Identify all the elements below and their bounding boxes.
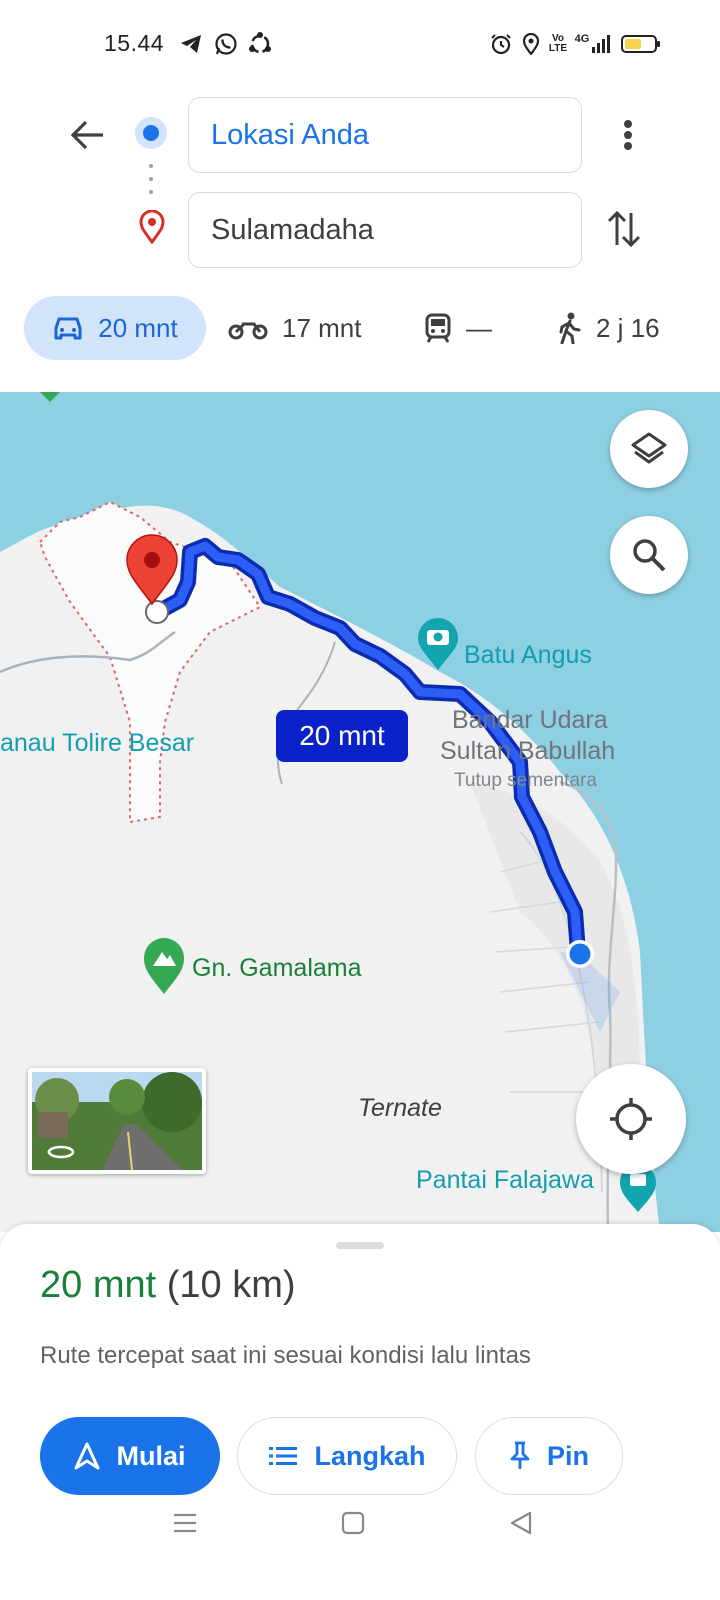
mode-tab-car[interactable]: 20 mnt bbox=[24, 296, 206, 360]
mode-walk-label: 2 j 16 bbox=[596, 312, 660, 343]
more-options-button[interactable] bbox=[608, 112, 648, 158]
search-along-route-button[interactable] bbox=[610, 516, 688, 594]
origin-dot-icon bbox=[134, 116, 168, 150]
mode-tab-transit[interactable]: — bbox=[424, 296, 492, 360]
mode-tab-motorcycle[interactable]: 17 mnt bbox=[228, 296, 362, 360]
map-label-airport-status: Tutup sementara bbox=[454, 770, 597, 791]
route-summary: 20 mnt (10 km) bbox=[40, 1264, 296, 1307]
map-label-batu-angus[interactable]: Batu Angus bbox=[464, 641, 592, 670]
search-icon bbox=[633, 539, 666, 572]
alarm-icon bbox=[489, 32, 513, 56]
origin-field[interactable]: Lokasi Anda bbox=[188, 97, 582, 173]
location-icon bbox=[520, 32, 542, 56]
steps-label: Langkah bbox=[314, 1440, 426, 1471]
swap-vert-icon bbox=[607, 210, 641, 248]
status-time: 15.44 bbox=[104, 30, 165, 56]
recent-apps-button[interactable] bbox=[172, 1510, 198, 1536]
sheet-drag-handle[interactable] bbox=[336, 1242, 384, 1249]
back-button[interactable] bbox=[64, 112, 110, 158]
destination-field[interactable]: Sulamadaha bbox=[188, 192, 582, 268]
route-distance: (10 km) bbox=[166, 1264, 296, 1306]
mode-car-label: 20 mnt bbox=[98, 312, 178, 343]
arrow-back-icon bbox=[70, 120, 103, 150]
network-type-label: 4G bbox=[574, 33, 590, 45]
whatsapp-icon bbox=[212, 32, 240, 56]
pin-button[interactable]: Pin bbox=[475, 1417, 623, 1495]
pin-icon bbox=[510, 1441, 530, 1469]
origin-value: Lokasi Anda bbox=[211, 118, 370, 151]
layers-button[interactable] bbox=[610, 410, 688, 488]
destination-value: Sulamadaha bbox=[211, 213, 374, 246]
walk-icon bbox=[559, 312, 581, 344]
map-label-danau-tolire[interactable]: anau Tolire Besar bbox=[0, 729, 194, 758]
train-icon bbox=[425, 313, 451, 343]
home-button[interactable] bbox=[340, 1510, 366, 1536]
sync-app-icon bbox=[246, 32, 274, 56]
navigation-arrow-icon bbox=[74, 1442, 100, 1470]
gps-target-icon bbox=[610, 1098, 652, 1140]
4g-signal-icon: 4G bbox=[573, 32, 613, 56]
triangle-back-icon bbox=[510, 1511, 532, 1535]
route-duration-text: 20 mnt bbox=[299, 720, 385, 751]
route-summary-sheet: 20 mnt (10 km) Rute tercepat saat ini se… bbox=[0, 1224, 720, 1600]
route-connector-dots bbox=[149, 162, 153, 196]
start-label: Mulai bbox=[116, 1440, 186, 1471]
more-vert-icon bbox=[624, 120, 632, 150]
square-home-icon bbox=[341, 1511, 365, 1535]
start-navigation-button[interactable]: Mulai bbox=[40, 1417, 220, 1495]
list-icon bbox=[269, 1447, 298, 1465]
street-view-thumbnail[interactable] bbox=[28, 1068, 206, 1174]
menu-lines-icon bbox=[174, 1513, 196, 1533]
telegram-icon bbox=[178, 32, 204, 56]
swap-button[interactable] bbox=[602, 206, 646, 252]
map-label-airport-1[interactable]: Bandar Udara bbox=[452, 706, 608, 735]
motorcycle-icon bbox=[228, 322, 268, 340]
street-view-rotate-icon bbox=[47, 1145, 75, 1159]
system-back-button[interactable] bbox=[508, 1510, 534, 1536]
map-label-airport-2[interactable]: Sultan Babullah bbox=[440, 737, 615, 766]
car-icon bbox=[54, 317, 82, 340]
status-bar: 15.44 Vo LTE 4G bbox=[0, 0, 720, 88]
pin-label: Pin bbox=[546, 1440, 589, 1471]
map-label-falajawa[interactable]: Pantai Falajawa bbox=[416, 1166, 594, 1195]
mode-transit-label: — bbox=[466, 312, 492, 343]
destination-pin-icon bbox=[138, 209, 166, 245]
my-location-button[interactable] bbox=[576, 1064, 686, 1174]
map-view[interactable]: Batu Angus Bandar Udara Sultan Babullah … bbox=[0, 392, 720, 1232]
volte-icon: Vo LTE bbox=[548, 33, 568, 54]
battery-icon bbox=[620, 32, 662, 56]
route-description: Rute tercepat saat ini sesuai kondisi la… bbox=[40, 1342, 531, 1369]
layers-icon bbox=[631, 432, 667, 464]
mode-tab-walk[interactable]: 2 j 16 bbox=[556, 296, 660, 360]
route-duration-badge[interactable]: 20 mnt bbox=[276, 710, 408, 762]
map-label-gamalama[interactable]: Gn. Gamalama bbox=[192, 954, 362, 983]
steps-button[interactable]: Langkah bbox=[237, 1417, 457, 1495]
map-label-ternate: Ternate bbox=[358, 1094, 442, 1122]
route-duration: 20 mnt bbox=[40, 1264, 157, 1306]
mode-motorcycle-label: 17 mnt bbox=[282, 312, 362, 343]
